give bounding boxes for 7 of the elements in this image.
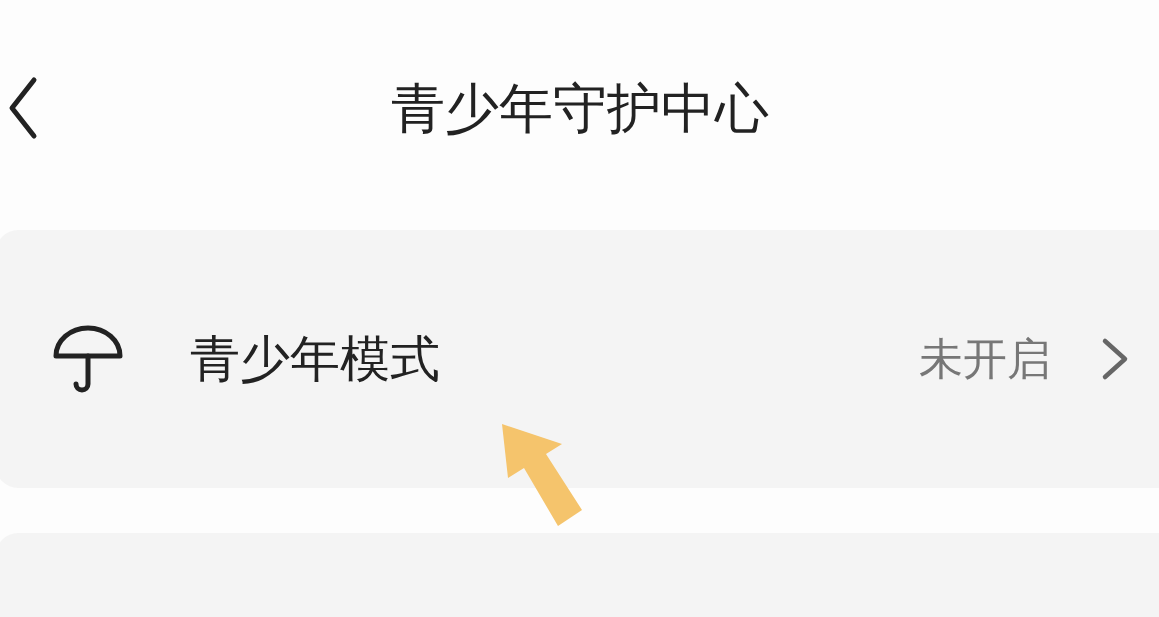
back-icon[interactable] bbox=[8, 76, 38, 140]
settings-row[interactable]: 青少年模式 未开启 bbox=[0, 230, 1159, 488]
chevron-icon bbox=[1101, 337, 1129, 381]
setting-label: 青少年模式 bbox=[190, 328, 441, 390]
setting-status: 未开启 bbox=[919, 331, 1051, 386]
page-title: 青少年守护中心 bbox=[390, 75, 769, 142]
umbrella-icon bbox=[52, 324, 124, 394]
